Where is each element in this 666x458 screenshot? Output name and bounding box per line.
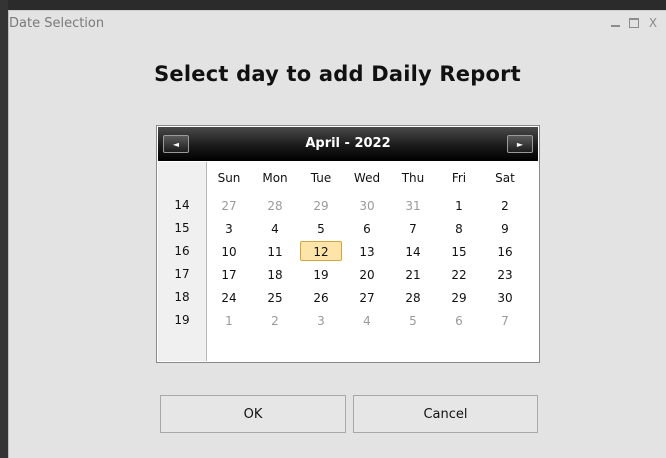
title-bar[interactable]: Date Selection X (9, 11, 666, 35)
calendar-day[interactable]: 6 (346, 218, 388, 238)
calendar-header: ◄ April - 2022 ► (158, 127, 538, 161)
calendar-week-row: 15 3 4 5 6 7 8 9 (157, 216, 538, 239)
calendar-day[interactable]: 19 (300, 264, 342, 284)
calendar-day[interactable]: 8 (438, 218, 480, 238)
next-month-button[interactable]: ► (507, 135, 533, 153)
day-of-week-label: Sat (495, 171, 515, 185)
calendar-day[interactable]: 6 (438, 310, 480, 330)
close-button[interactable]: X (646, 16, 660, 30)
calendar-day[interactable]: 23 (484, 264, 526, 284)
calendar-day-selected[interactable]: 12 (300, 240, 342, 261)
calendar-day[interactable]: 3 (300, 310, 342, 330)
window-controls: X (608, 15, 660, 31)
calendar-day[interactable]: 25 (254, 287, 296, 307)
calendar-day[interactable]: 11 (254, 241, 296, 261)
week-number: 18 (174, 289, 190, 304)
maximize-icon (629, 18, 639, 28)
calendar-day[interactable]: 13 (346, 241, 388, 261)
calendar-day[interactable]: 2 (254, 310, 296, 330)
calendar-day[interactable]: 16 (484, 241, 526, 261)
day-of-week-label: Sun (217, 171, 241, 185)
month-label[interactable]: April - 2022 (158, 136, 538, 151)
calendar-day[interactable]: 30 (484, 287, 526, 307)
calendar-day[interactable]: 15 (438, 241, 480, 261)
calendar-day[interactable]: 21 (392, 264, 434, 284)
calendar-day[interactable]: 9 (484, 218, 526, 238)
calendar-day[interactable]: 4 (254, 218, 296, 238)
ok-button[interactable]: OK (160, 395, 346, 433)
calendar-day[interactable]: 7 (392, 218, 434, 238)
calendar-day[interactable]: 10 (208, 241, 250, 261)
close-icon: X (648, 16, 658, 30)
week-number: 19 (174, 312, 190, 327)
calendar-day[interactable]: 20 (346, 264, 388, 284)
calendar-grid: 14 27 28 29 30 31 1 2 15 3 4 5 6 7 8 9 16 10 11 12 13 14 15 16 1… (157, 193, 538, 331)
calendar-day[interactable]: 17 (208, 264, 250, 284)
calendar-day[interactable]: 5 (392, 310, 434, 330)
week-number: 15 (174, 220, 190, 235)
maximize-button[interactable] (627, 16, 641, 30)
cancel-button[interactable]: Cancel (353, 395, 538, 433)
day-of-week-label: Thu (401, 171, 425, 185)
week-number: 17 (174, 266, 190, 281)
calendar-day[interactable]: 3 (208, 218, 250, 238)
calendar-day[interactable]: 5 (300, 218, 342, 238)
calendar-day[interactable]: 28 (392, 287, 434, 307)
chevron-right-icon: ► (516, 139, 524, 149)
calendar-day[interactable]: 27 (346, 287, 388, 307)
background-strip (0, 0, 8, 458)
calendar-day[interactable]: 14 (392, 241, 434, 261)
calendar-day[interactable]: 27 (208, 195, 250, 215)
calendar-week-row: 18 24 25 26 27 28 29 30 (157, 285, 538, 308)
calendar-day[interactable]: 2 (484, 195, 526, 215)
calendar: ◄ April - 2022 ► Sun Mon Tue Wed Thu Fri Sat 1… (156, 125, 540, 363)
calendar-day[interactable]: 28 (254, 195, 296, 215)
calendar-day[interactable]: 18 (254, 264, 296, 284)
day-of-week-header: Sun Mon Tue Wed Thu Fri Sat (206, 167, 538, 189)
calendar-day[interactable]: 4 (346, 310, 388, 330)
minimize-button[interactable] (608, 16, 622, 30)
window-title: Date Selection (9, 16, 105, 31)
calendar-day[interactable]: 1 (438, 195, 480, 215)
calendar-week-row: 19 1 2 3 4 5 6 7 (157, 308, 538, 331)
calendar-day[interactable]: 1 (208, 310, 250, 330)
calendar-week-row: 14 27 28 29 30 31 1 2 (157, 193, 538, 216)
calendar-day[interactable]: 22 (438, 264, 480, 284)
date-selection-window: Date Selection X Select day to add Daily… (8, 10, 666, 458)
day-of-week-label: Tue (310, 171, 332, 185)
calendar-day[interactable]: 29 (300, 195, 342, 215)
page-title: Select day to add Daily Report (154, 62, 521, 86)
calendar-day[interactable]: 31 (392, 195, 434, 215)
week-number: 14 (174, 197, 190, 212)
week-number: 16 (174, 243, 190, 258)
calendar-day[interactable]: 24 (208, 287, 250, 307)
calendar-day[interactable]: 26 (300, 287, 342, 307)
calendar-day[interactable]: 30 (346, 195, 388, 215)
calendar-day[interactable]: 7 (484, 310, 526, 330)
day-of-week-label: Mon (262, 171, 288, 185)
calendar-week-row: 16 10 11 12 13 14 15 16 (157, 239, 538, 262)
day-of-week-label: Fri (451, 171, 467, 185)
minimize-icon (610, 25, 620, 27)
calendar-week-row: 17 17 18 19 20 21 22 23 (157, 262, 538, 285)
calendar-day[interactable]: 29 (438, 287, 480, 307)
day-of-week-label: Wed (353, 171, 381, 185)
